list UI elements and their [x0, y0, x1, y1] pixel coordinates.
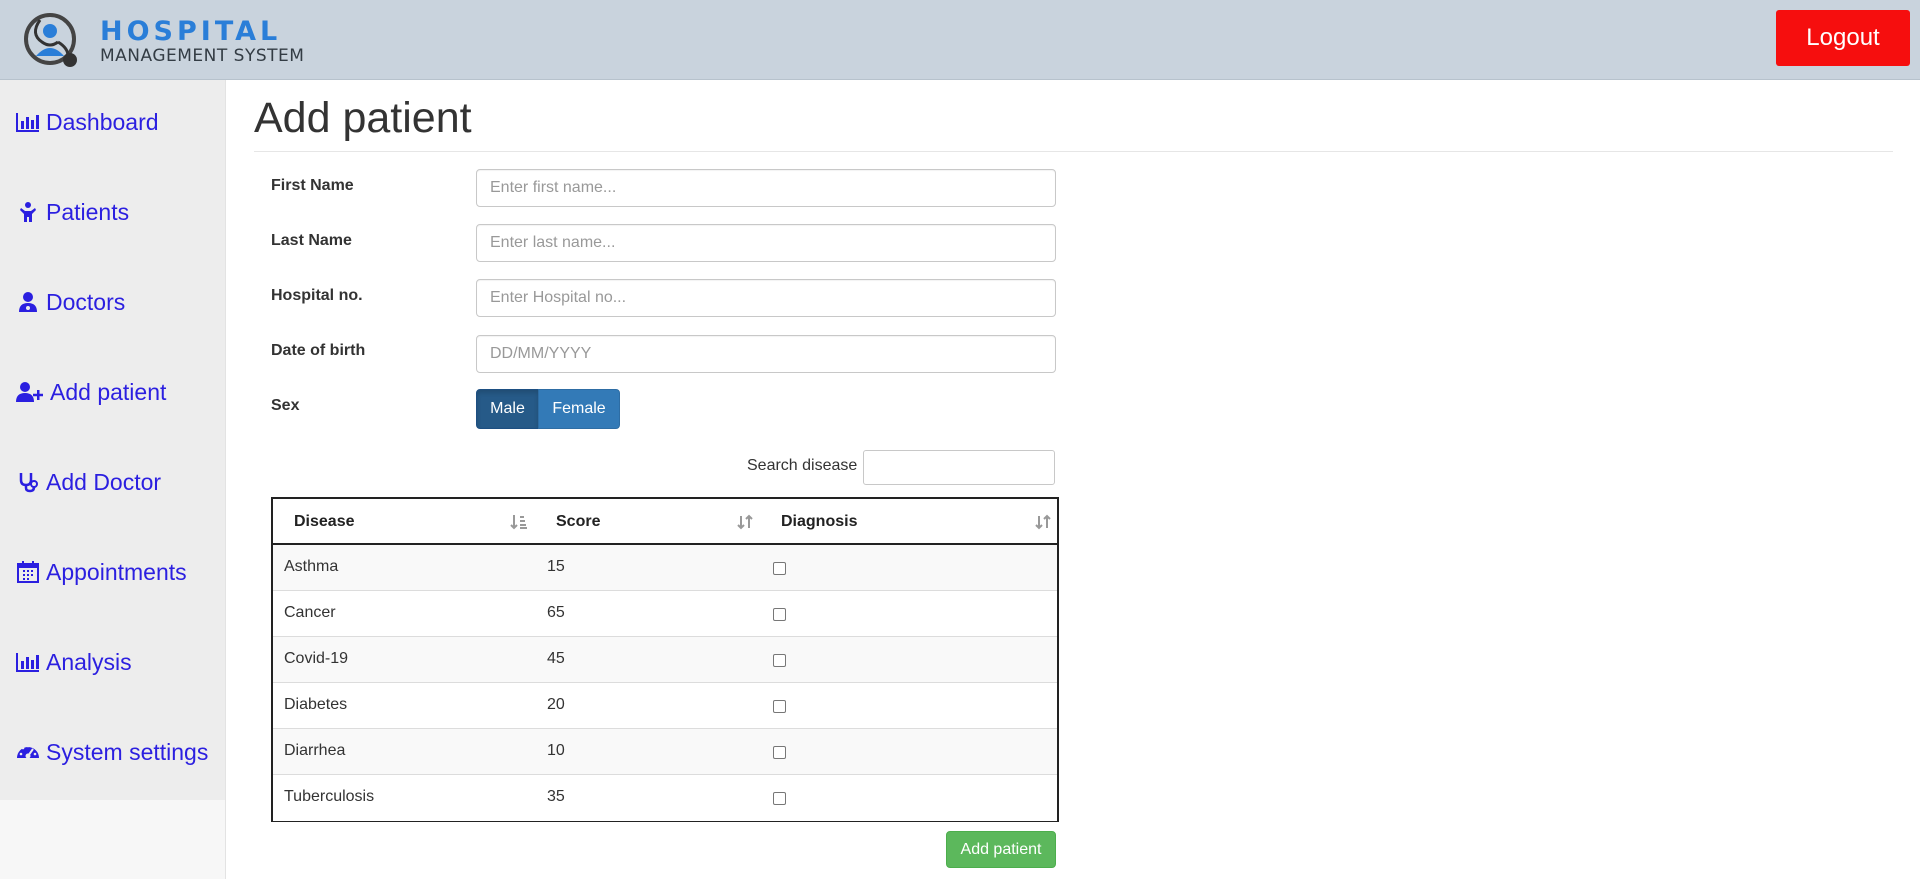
sidebar-item-system-settings[interactable]: System settings	[16, 732, 208, 772]
sort-alpha-icon[interactable]	[510, 514, 528, 530]
sidebar-footer-area	[0, 800, 225, 879]
sidebar-item-add-doctor[interactable]: Add Doctor	[16, 462, 161, 502]
sex-female-button[interactable]: Female	[538, 389, 620, 429]
add-patient-button[interactable]: Add patient	[946, 831, 1056, 868]
search-disease-input[interactable]	[863, 450, 1055, 485]
diagnosis-checkbox[interactable]	[773, 792, 786, 805]
diagnosis-checkbox[interactable]	[773, 746, 786, 759]
user-doctor-icon	[19, 292, 37, 312]
logo-wordmark: HOSPITAL MANAGEMENT SYSTEM	[100, 16, 305, 66]
disease-cell: Asthma	[284, 558, 339, 575]
score-cell: 35	[547, 788, 565, 805]
dashboard-gauge-icon	[17, 744, 39, 759]
table-row: Cancer 65	[273, 591, 1057, 637]
sidebar-item-label: Add Doctor	[46, 468, 162, 495]
dob-input[interactable]	[476, 335, 1056, 373]
bar-chart-icon	[16, 113, 39, 132]
table-row: Covid-19 45	[273, 637, 1057, 683]
sort-icon[interactable]	[1034, 514, 1052, 530]
sidebar-item-label: Patients	[46, 198, 130, 225]
hospital-no-input[interactable]	[476, 279, 1056, 317]
sort-icon[interactable]	[736, 514, 754, 530]
table-header: Disease Score Diagnosis	[273, 499, 1057, 545]
score-cell: 15	[547, 558, 565, 575]
score-cell: 65	[547, 604, 565, 621]
last-name-label: Last Name	[271, 232, 352, 249]
top-bar: HOSPITAL MANAGEMENT SYSTEM Logout	[0, 0, 1920, 80]
sidebar-item-label: Doctors	[46, 288, 126, 315]
user-plus-icon	[16, 382, 43, 402]
logo-subtitle: MANAGEMENT SYSTEM	[100, 46, 305, 66]
last-name-input[interactable]	[476, 224, 1056, 262]
disease-table: Disease Score Diagnosis Asthma 15 Cancer…	[271, 497, 1059, 822]
sex-male-button[interactable]: Male	[476, 389, 539, 429]
sidebar-item-label: Dashboard	[46, 108, 159, 135]
disease-cell: Tuberculosis	[284, 788, 375, 805]
diagnosis-checkbox[interactable]	[773, 700, 786, 713]
diagnosis-checkbox[interactable]	[773, 608, 786, 621]
column-header-diagnosis[interactable]: Diagnosis	[781, 513, 857, 531]
sidebar-item-add-patient[interactable]: Add patient	[16, 372, 166, 412]
child-icon	[20, 202, 36, 222]
sidebar-item-appointments[interactable]: Appointments	[16, 552, 187, 592]
sidebar-item-dashboard[interactable]: Dashboard	[16, 102, 159, 142]
sidebar-item-label: Analysis	[46, 648, 132, 675]
first-name-input[interactable]	[476, 169, 1056, 207]
sidebar: Dashboard Patients Doctors Add patient A…	[0, 80, 225, 800]
table-row: Tuberculosis 35	[273, 775, 1057, 821]
dob-label: Date of birth	[271, 342, 366, 359]
stethoscope-icon	[19, 473, 38, 493]
page-title: Add patient	[254, 94, 472, 142]
hospital-logo-icon	[24, 13, 77, 67]
disease-cell: Diarrhea	[284, 742, 346, 759]
score-cell: 10	[547, 742, 565, 759]
column-header-score[interactable]: Score	[556, 513, 600, 531]
logo-title: HOSPITAL	[100, 16, 282, 47]
disease-cell: Diabetes	[284, 696, 348, 713]
sidebar-item-label: System settings	[46, 738, 209, 765]
sidebar-item-label: Add patient	[50, 378, 167, 405]
hospital-no-label: Hospital no.	[271, 287, 363, 304]
table-row: Asthma 15	[273, 545, 1057, 591]
sidebar-item-label: Appointments	[46, 558, 187, 585]
score-cell: 20	[547, 696, 565, 713]
sex-label: Sex	[271, 397, 300, 414]
score-cell: 45	[547, 650, 565, 667]
disease-cell: Cancer	[284, 604, 336, 621]
calendar-icon	[17, 561, 39, 583]
table-row: Diabetes 20	[273, 683, 1057, 729]
column-header-disease[interactable]: Disease	[294, 513, 355, 531]
first-name-label: First Name	[271, 177, 354, 194]
diagnosis-checkbox[interactable]	[773, 654, 786, 667]
sidebar-divider	[225, 80, 226, 879]
logout-button[interactable]: Logout	[1776, 10, 1910, 66]
bar-chart-icon	[16, 653, 39, 672]
disease-cell: Covid-19	[284, 650, 349, 667]
sidebar-item-doctors[interactable]: Doctors	[16, 282, 125, 322]
title-divider	[254, 151, 1893, 152]
sidebar-item-patients[interactable]: Patients	[16, 192, 129, 232]
table-row: Diarrhea 10	[273, 729, 1057, 775]
search-disease-label: Search disease	[747, 457, 858, 474]
sidebar-item-analysis[interactable]: Analysis	[16, 642, 132, 682]
diagnosis-checkbox[interactable]	[773, 562, 786, 575]
